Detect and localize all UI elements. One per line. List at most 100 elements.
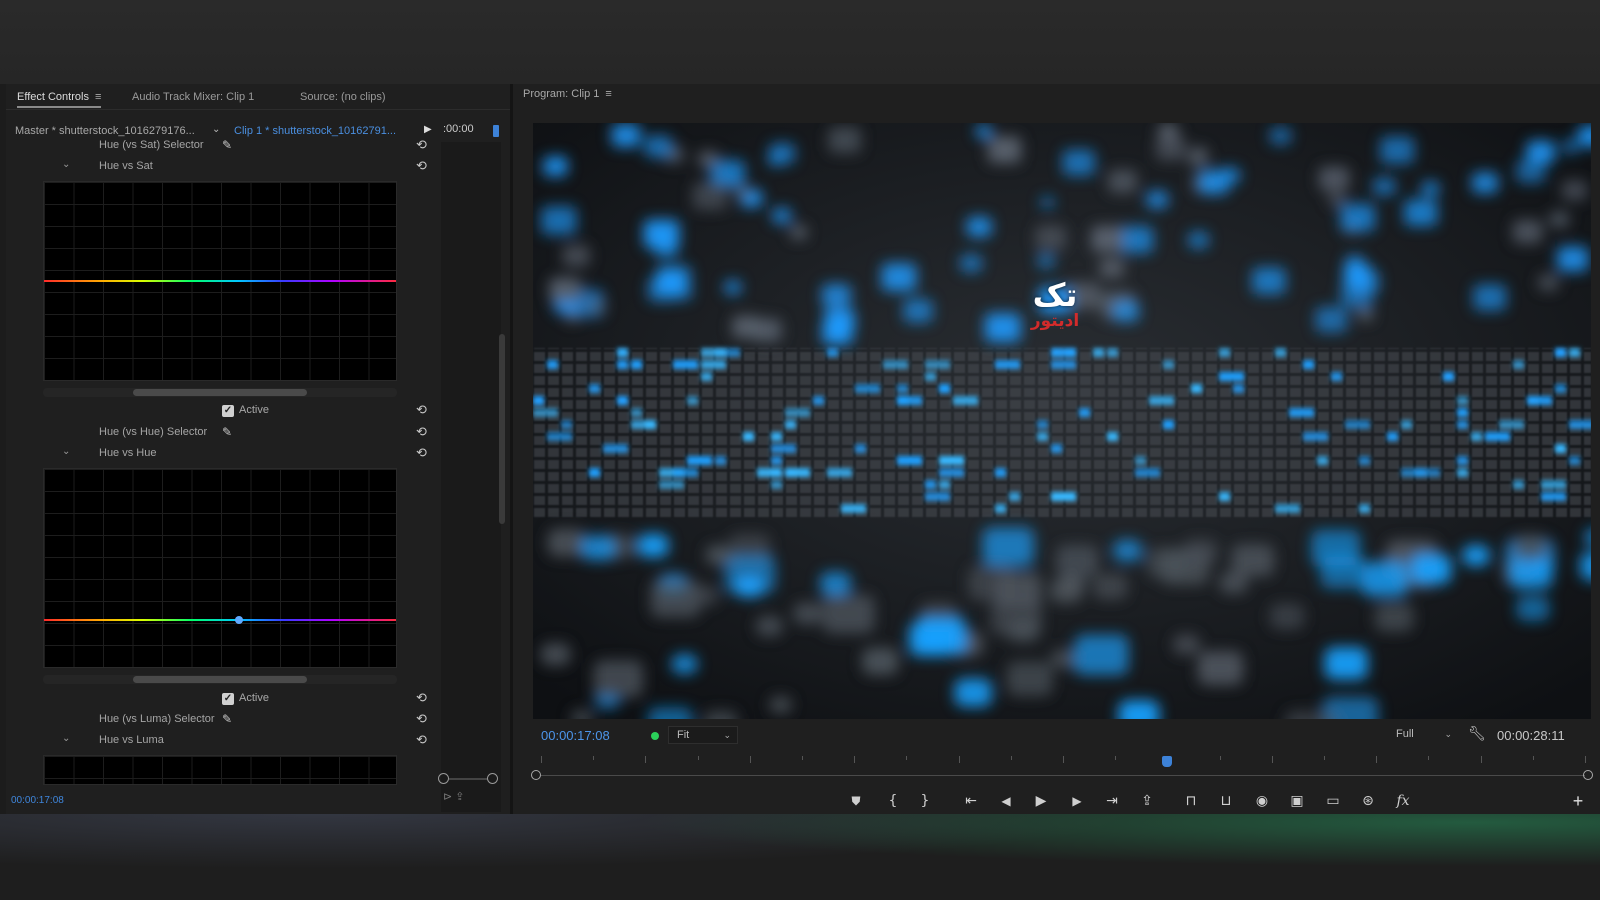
hue-vs-hue-selector-label: Hue (vs Hue) Selector <box>99 426 208 438</box>
hamburger-menu-icon[interactable]: ≡ <box>605 88 611 100</box>
reset-icon[interactable]: ⟲ <box>416 137 427 153</box>
hamburger-menu-icon[interactable]: ≡ <box>95 91 101 103</box>
mark-out-icon[interactable]: } <box>912 790 938 812</box>
glowing-tile <box>1009 492 1020 501</box>
button-editor-plus-icon[interactable]: + <box>1568 790 1588 812</box>
bokeh-light <box>828 126 861 153</box>
in-point-handle[interactable] <box>531 770 541 780</box>
reset-icon[interactable]: ⟲ <box>416 732 427 748</box>
current-timecode[interactable]: 00:00:17:08 <box>541 728 610 743</box>
reset-icon[interactable]: ⟲ <box>416 424 427 440</box>
bokeh-light <box>734 185 751 200</box>
glowing-tile <box>995 468 1006 477</box>
settings-wrench-icon[interactable]: 🔧︎ <box>1468 725 1486 742</box>
hue-vs-sat-scrollbar[interactable] <box>43 388 397 397</box>
bokeh-light <box>1093 573 1128 600</box>
eyedropper-icon[interactable]: ✎ <box>222 425 232 439</box>
zoom-end-handle[interactable] <box>487 773 498 784</box>
play-icon[interactable]: ▶ <box>1028 790 1054 812</box>
vertical-scrollbar[interactable] <box>499 334 505 524</box>
reset-icon[interactable]: ⟲ <box>416 711 427 727</box>
monitor-time-ruler[interactable] <box>531 752 1593 782</box>
bokeh-light <box>1374 602 1414 632</box>
active-clip-label[interactable]: Clip 1 * shutterstock_10162791... <box>234 125 396 137</box>
step-forward-icon[interactable]: ▶︎ <box>1064 790 1090 812</box>
playhead[interactable] <box>1162 756 1173 767</box>
glowing-tile <box>897 384 908 393</box>
comparison-view-icon[interactable]: ▣ <box>1284 790 1310 812</box>
glowing-tile <box>813 396 824 405</box>
out-point-handle[interactable] <box>1583 770 1593 780</box>
glowing-tile <box>1289 408 1314 417</box>
chevron-down-icon[interactable]: ⌄ <box>212 124 220 135</box>
reset-icon[interactable]: ⟲ <box>416 158 427 174</box>
glowing-tile <box>1527 396 1552 405</box>
program-video-frame[interactable]: تک ادیتور <box>533 123 1591 719</box>
master-clip-label[interactable]: Master * shutterstock_1016279176... <box>15 125 195 137</box>
hue-vs-hue-scrollbar[interactable] <box>43 675 397 684</box>
glowing-tile <box>841 504 866 513</box>
bokeh-light <box>1091 225 1125 253</box>
playhead-marker[interactable] <box>493 125 499 137</box>
go-to-in-icon[interactable]: ⇤ <box>958 790 984 812</box>
vr-icon[interactable]: ⊛ <box>1355 790 1381 812</box>
hue-vs-luma-curve[interactable] <box>43 755 397 785</box>
scrub-track[interactable] <box>541 775 1585 776</box>
overwrite-icon[interactable]: ⊔ <box>1213 790 1239 812</box>
chevron-down-icon[interactable]: ⌄ <box>62 159 70 170</box>
tab-source[interactable]: Source: (no clips) <box>300 88 386 108</box>
insert-icon[interactable]: ⊓ <box>1178 790 1204 812</box>
tab-effect-controls[interactable]: Effect Controls ≡ <box>17 88 102 108</box>
bokeh-light <box>1119 226 1154 254</box>
ruler-tick <box>1219 756 1221 760</box>
eyedropper-icon[interactable]: ✎ <box>222 138 232 152</box>
bokeh-light <box>1580 552 1591 581</box>
playback-resolution-select[interactable]: Full ⌄ <box>1388 726 1458 744</box>
panel-tab-bar: Effect Controls ≡ Audio Track Mixer: Clip… <box>6 84 516 110</box>
eyedropper-icon[interactable]: ✎ <box>222 712 232 726</box>
timeline-zoom-control[interactable] <box>438 773 498 785</box>
go-to-out-icon[interactable]: ⇥ <box>1099 790 1125 812</box>
bokeh-light <box>1040 196 1055 209</box>
export-frame-icon[interactable]: ◉ <box>1249 790 1275 812</box>
mark-in-icon[interactable]: { <box>880 790 906 812</box>
bokeh-light <box>1373 177 1396 196</box>
hue-vs-sat-curve[interactable] <box>43 181 397 381</box>
filter-icon[interactable]: ⊳ ⇪ <box>443 790 465 803</box>
bokeh-light <box>752 318 782 342</box>
active-checkbox[interactable]: ✓ <box>222 405 234 417</box>
fx-icon[interactable]: fx <box>1390 790 1416 812</box>
bokeh-light <box>549 277 582 303</box>
zoom-start-handle[interactable] <box>438 773 449 784</box>
hue-spectrum-line[interactable] <box>44 280 396 282</box>
bokeh-light <box>1311 529 1361 567</box>
reset-icon[interactable]: ⟲ <box>416 402 427 418</box>
zoom-fit-select[interactable]: Fit ⌄ <box>668 726 738 744</box>
ruler-tick <box>697 756 699 760</box>
chevron-down-icon[interactable]: ⌄ <box>62 733 70 744</box>
glowing-tile <box>561 420 572 429</box>
glowing-tile <box>1541 480 1566 489</box>
step-back-icon[interactable]: ◀︎ <box>993 790 1019 812</box>
tab-audio-track-mixer[interactable]: Audio Track Mixer: Clip 1 <box>132 88 254 108</box>
reset-icon[interactable]: ⟲ <box>416 445 427 461</box>
scrollbar-thumb[interactable] <box>133 389 307 396</box>
play-arrow-icon[interactable]: ▶ <box>424 124 432 135</box>
hue-vs-hue-selector-row: Hue (vs Hue) Selector ✎ ⟲ <box>6 424 436 442</box>
chevron-down-icon[interactable]: ⌄ <box>62 446 70 457</box>
zoom-bar[interactable] <box>449 778 487 780</box>
glowing-tile <box>673 468 698 477</box>
scrollbar-thumb[interactable] <box>133 676 307 683</box>
hue-spectrum-line[interactable] <box>44 619 396 621</box>
glowing-tile <box>1219 348 1230 357</box>
hue-vs-hue-curve[interactable] <box>43 468 397 668</box>
curve-control-point[interactable] <box>235 616 243 624</box>
reset-icon[interactable]: ⟲ <box>416 690 427 706</box>
bokeh-light <box>692 182 728 210</box>
add-marker-icon[interactable]: ⛊ <box>843 790 869 812</box>
glowing-tile <box>1233 384 1244 393</box>
glowing-tile <box>1457 468 1468 477</box>
safe-margins-icon[interactable]: ▭ <box>1320 790 1346 812</box>
active-checkbox[interactable]: ✓ <box>222 693 234 705</box>
lift-icon[interactable]: ⇪ <box>1134 790 1160 812</box>
